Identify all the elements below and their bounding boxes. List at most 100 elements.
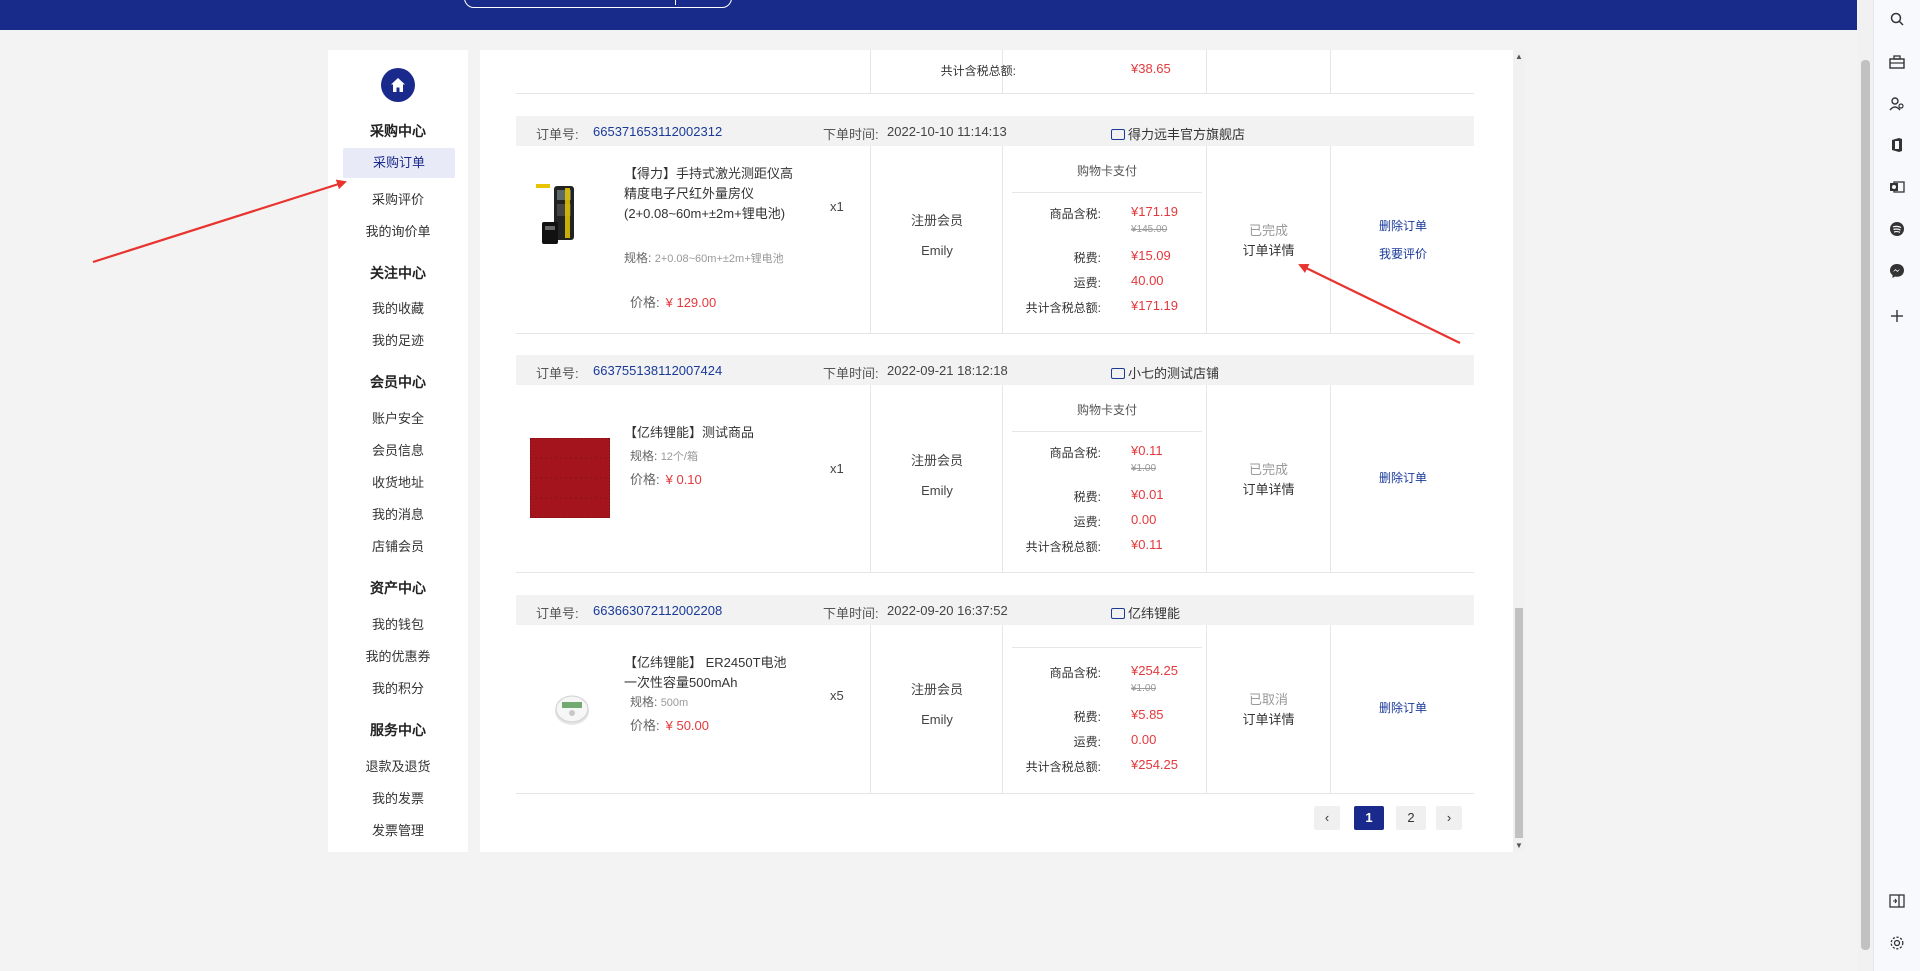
- nav-item-history[interactable]: 我的足迹: [328, 330, 468, 349]
- goods-original-price: ¥145.00: [1131, 224, 1168, 235]
- nav-item-account-security[interactable]: 账户安全: [328, 408, 468, 427]
- page-1-button[interactable]: 1: [1354, 806, 1384, 830]
- tax-value: ¥5.85: [1131, 707, 1164, 722]
- product-name[interactable]: 【得力】手持式激光测距仪高精度电子尺红外量房仪(2+0.08~60m+±2m+锂…: [624, 164, 799, 224]
- product-name[interactable]: 【亿纬锂能】 ER2450T电池一次性容量500mAh: [624, 653, 799, 693]
- buyer-name: Emily: [921, 243, 953, 258]
- nav-item-member-info[interactable]: 会员信息: [328, 440, 468, 459]
- store-name: 小七的测试店铺: [1128, 366, 1220, 381]
- content-scrollbar-thumb[interactable]: [1515, 608, 1523, 838]
- store-link[interactable]: 小七的测试店铺: [1111, 363, 1219, 382]
- quantity: x5: [830, 688, 844, 703]
- store-icon: [1111, 368, 1125, 379]
- order-no[interactable]: 665371653112002312: [593, 124, 722, 139]
- payment-method: 购物卡支付: [1076, 403, 1137, 417]
- order-body: 【亿纬锂能】 ER2450T电池一次性容量500mAh 规格: 500m 价格:…: [516, 625, 1474, 794]
- spotify-icon[interactable]: [1886, 221, 1908, 243]
- prev-page-button[interactable]: ‹: [1314, 806, 1340, 830]
- shipping-value: 0.00: [1131, 512, 1157, 527]
- col-divider: [870, 385, 871, 573]
- spec-value: 12个/箱: [660, 451, 698, 463]
- search-input[interactable]: [464, 0, 732, 8]
- col-divider: [1206, 50, 1207, 94]
- shipping-value: 0.00: [1131, 732, 1157, 747]
- store-link[interactable]: 得力远丰官方旗舰店: [1111, 124, 1245, 143]
- nav-item-purchase-orders[interactable]: 采购订单: [343, 148, 455, 178]
- col-divider: [1330, 146, 1331, 334]
- product-image[interactable]: [536, 182, 592, 246]
- next-page-button[interactable]: ›: [1436, 806, 1462, 830]
- order-header: 订单号: 665371653112002312 下单时间: 2022-10-10…: [516, 116, 1474, 146]
- annotation-arrow-nav: [92, 179, 347, 264]
- product-image[interactable]: [552, 689, 592, 729]
- nav-group-service: 服务中心: [370, 722, 426, 738]
- tax-value: ¥15.09: [1131, 248, 1171, 263]
- office-icon[interactable]: [1886, 137, 1908, 159]
- review-order-link[interactable]: 我要评价: [1331, 245, 1475, 262]
- nav-item-store-membership[interactable]: 店铺会员: [328, 536, 468, 555]
- delete-order-link[interactable]: 删除订单: [1331, 469, 1475, 486]
- content-scrollbar[interactable]: ▲ ▼: [1513, 50, 1525, 852]
- col-divider: [870, 146, 871, 334]
- messenger-icon[interactable]: [1886, 263, 1908, 285]
- spec-value: 2+0.08~60m+±2m+锂电池: [654, 253, 784, 265]
- tax-label: 税费:: [1073, 490, 1101, 504]
- nav-item-refunds[interactable]: 退款及退货: [328, 756, 468, 775]
- briefcase-icon[interactable]: [1886, 54, 1908, 76]
- nav-item-purchase-reviews[interactable]: 采购评价: [328, 189, 468, 208]
- product-price: 价格: ¥ 50.00: [630, 715, 709, 734]
- order-detail-link[interactable]: 订单详情: [1207, 709, 1330, 728]
- nav-group-member: 会员中心: [370, 374, 426, 390]
- nav-item-points[interactable]: 我的积分: [328, 678, 468, 697]
- spec-value: 500m: [660, 697, 689, 709]
- scroll-down-arrow[interactable]: ▼: [1515, 841, 1523, 850]
- nav-item-favorites[interactable]: 我的收藏: [328, 298, 468, 317]
- scroll-up-arrow[interactable]: ▲: [1515, 52, 1523, 61]
- order-list-panel: 共计含税总额: ¥38.65 订单号: 665371653112002312 下…: [480, 50, 1515, 852]
- add-icon[interactable]: [1886, 308, 1908, 330]
- nav-item-wallet[interactable]: 我的钱包: [328, 614, 468, 633]
- outlook-icon[interactable]: [1886, 179, 1908, 201]
- order-status: 已取消: [1248, 692, 1288, 707]
- settings-icon[interactable]: [1886, 935, 1908, 957]
- user-icon[interactable]: [1886, 96, 1908, 118]
- search-icon[interactable]: [1886, 11, 1908, 33]
- nav-item-invoice-management[interactable]: 发票管理: [328, 820, 468, 839]
- product-name[interactable]: 【亿纬锂能】测试商品: [624, 423, 799, 443]
- store-link[interactable]: 亿纬锂能: [1111, 603, 1180, 622]
- page-2-button[interactable]: 2: [1396, 806, 1426, 830]
- nav-item-coupons[interactable]: 我的优惠券: [328, 646, 468, 665]
- total-value: ¥0.11: [1131, 537, 1163, 552]
- sidebar-toggle-icon[interactable]: [1886, 893, 1908, 915]
- order-no[interactable]: 663755138112007424: [593, 363, 722, 378]
- shipping-label: 运费:: [1073, 515, 1101, 529]
- goods-tax-label: 商品含税:: [1049, 666, 1101, 680]
- page-scrollbar-thumb[interactable]: [1861, 60, 1870, 950]
- spec-label: 规格:: [630, 695, 658, 709]
- nav-group-follow: 关注中心: [370, 265, 426, 281]
- page-scrollbar[interactable]: [1858, 0, 1873, 971]
- home-icon[interactable]: [381, 68, 415, 102]
- total-label: 共计含税总额:: [1025, 760, 1101, 774]
- product-image[interactable]: [529, 437, 611, 519]
- quantity: x1: [830, 199, 844, 214]
- order-detail-link[interactable]: 订单详情: [1207, 479, 1330, 498]
- shipping-label: 运费:: [1073, 276, 1101, 290]
- order-detail-link[interactable]: 订单详情: [1207, 240, 1330, 259]
- delete-order-link[interactable]: 删除订单: [1331, 699, 1475, 716]
- order-no[interactable]: 663663072112002208: [593, 603, 722, 618]
- payment-divider: [1012, 647, 1202, 648]
- payment-divider: [1012, 431, 1202, 432]
- nav-item-messages[interactable]: 我的消息: [328, 504, 468, 523]
- partial-order-body: 共计含税总额: ¥38.65: [516, 50, 1474, 94]
- order-body: 【亿纬锂能】测试商品 规格: 12个/箱 价格: ¥ 0.10 x1 注册会员 E…: [516, 385, 1474, 573]
- browser-side-panel: [1873, 0, 1920, 971]
- nav-item-invoices[interactable]: 我的发票: [328, 788, 468, 807]
- order-no-label: 订单号:: [536, 366, 579, 381]
- nav-item-shipping-address[interactable]: 收货地址: [328, 472, 468, 491]
- nav-item-my-inquiries[interactable]: 我的询价单: [328, 221, 468, 240]
- goods-original-price: ¥1.00: [1131, 683, 1157, 694]
- product-spec: 规格: 2+0.08~60m+±2m+锂电池: [624, 250, 804, 268]
- delete-order-link[interactable]: 删除订单: [1331, 217, 1475, 234]
- order-time: 2022-10-10 11:14:13: [887, 124, 1007, 139]
